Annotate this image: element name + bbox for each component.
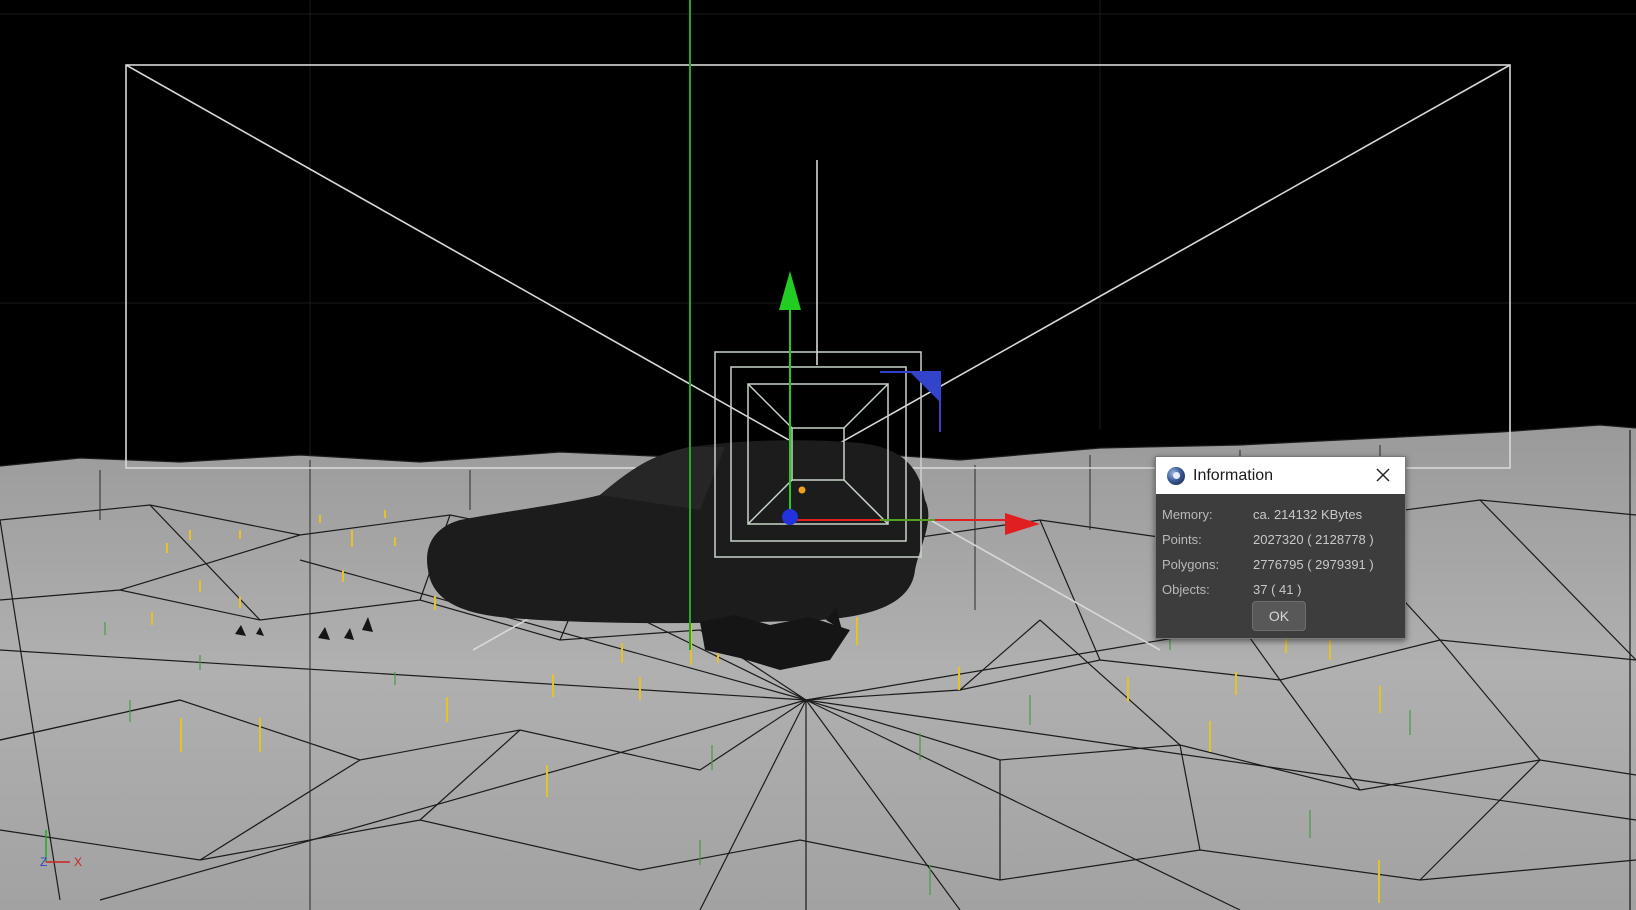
axis-x-label: X [74, 855, 82, 869]
viewport-scene [0, 0, 1636, 910]
cinema4d-app-icon [1167, 466, 1185, 485]
dialog-titlebar[interactable]: Information [1156, 457, 1405, 494]
dialog-title: Information [1193, 466, 1274, 484]
info-value: 2027320 ( 2128778 ) [1253, 532, 1374, 547]
ok-button[interactable]: OK [1252, 601, 1306, 631]
axis-z-label: Z [40, 855, 47, 869]
3d-viewport[interactable]: Z X Information Memory: ca. 214132 KByte… [0, 0, 1636, 910]
info-row-objects: Objects: 37 ( 41 ) [1162, 577, 1399, 602]
info-label: Points: [1162, 532, 1202, 547]
info-label: Objects: [1162, 582, 1210, 597]
info-label: Polygons: [1162, 557, 1220, 572]
close-icon[interactable] [1375, 467, 1391, 483]
info-row-polygons: Polygons: 2776795 ( 2979391 ) [1162, 552, 1399, 577]
axis-indicator: Z X [38, 822, 98, 872]
info-value: 2776795 ( 2979391 ) [1253, 557, 1374, 572]
info-value: ca. 214132 KBytes [1253, 507, 1363, 522]
info-label: Memory: [1162, 507, 1213, 522]
info-row-memory: Memory: ca. 214132 KBytes [1162, 502, 1399, 527]
background-grid [0, 0, 1636, 460]
info-value: 37 ( 41 ) [1253, 582, 1302, 597]
axis-indicator-graphic: Z X [40, 830, 82, 869]
info-row-points: Points: 2027320 ( 2128778 ) [1162, 527, 1399, 552]
information-dialog: Information Memory: ca. 214132 KBytes Po… [1155, 456, 1406, 639]
dialog-body: Memory: ca. 214132 KBytes Points: 202732… [1156, 494, 1405, 602]
